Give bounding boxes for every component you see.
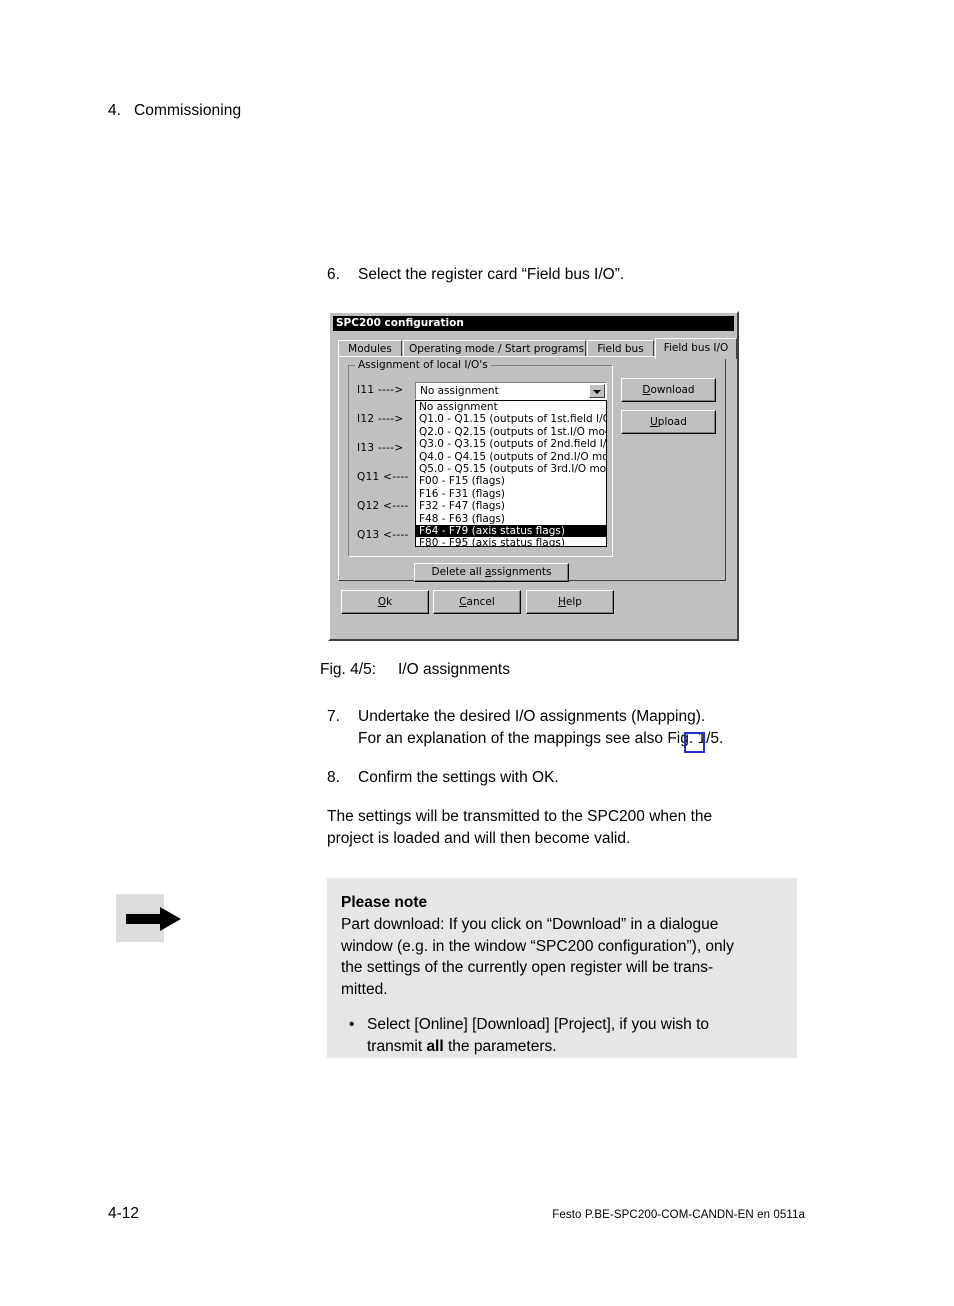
step-6-text: Select the register card “Field bus I/O”… [358,266,625,283]
document-page: 4. Commissioning 6. Select the register c… [0,0,954,1306]
upload-accel: U [650,416,658,428]
figure-caption-text: I/O assignments [398,661,510,678]
note-bullet-line2-post: the parameters. [443,1037,557,1055]
tab-field-bus-label: Field bus [597,343,644,355]
footer-reference: Festo P.BE-SPC200-COM-CANDN-EN en 0511a [552,1209,805,1221]
settings-paragraph: The settings will be transmitted to the … [327,806,807,850]
tab-operating-mode-label: Operating mode / Start programs [409,343,585,355]
help-post: elp [565,596,582,608]
settings-paragraph-line2: project is loaded and will then become v… [327,830,631,847]
tab-operating-mode-start-programs[interactable]: Operating mode / Start programs [403,340,586,357]
ok-post: k [386,596,393,608]
assignment-dropdown-list[interactable]: No assignment Q1.0 - Q1.15 (outputs of 1… [415,400,607,547]
upload-button[interactable]: Upload [621,410,716,434]
step-7-line1: Undertake the desired I/O assignments (M… [358,708,706,725]
upload-post: pload [657,416,687,428]
step-8-text: Confirm the settings with OK. [358,769,559,786]
chapter-title: Commissioning [134,102,242,119]
dropdown-option[interactable]: F32 - F47 (flags) [416,500,606,512]
dropdown-option-selected[interactable]: F64 - F79 (axis status flags) [416,524,606,538]
download-post: ownload [650,384,695,396]
delete-all-post: ssignments [491,566,552,578]
note-bullet-line1: Select [Online] [Download] [Project], if… [367,1016,710,1033]
tab-field-bus-io-label: Field bus I/O [663,342,729,354]
please-note-box: Please note Part download: If you click … [327,878,797,1058]
delete-all-pre: Delete all [431,566,485,578]
step-8: 8. Confirm the settings with OK. [327,767,807,789]
tab-field-bus[interactable]: Field bus [587,340,654,357]
chapter-header: 4. Commissioning [108,102,241,120]
ok-button[interactable]: Ok [341,590,429,614]
note-body: Part download: If you click on “Download… [341,914,779,1000]
note-bullet-line2-pre: transmit [367,1037,427,1055]
cancel-button[interactable]: Cancel [433,590,521,614]
assignment-combobox[interactable]: No assignment [415,382,607,400]
dropdown-option[interactable]: F16 - F31 (flags) [416,488,606,500]
cancel-post: ancel [466,596,495,608]
settings-paragraph-line1: The settings will be transmitted to the … [327,808,713,825]
dropdown-option[interactable]: F48 - F63 (flags) [416,513,606,525]
dropdown-option[interactable]: F80 - F95 (axis status flags) [416,537,606,546]
chapter-number: 4. [108,102,122,119]
io-label-q11: Q11 <---- [357,471,409,483]
dropdown-option[interactable]: Q4.0 - Q4.15 (outputs of 2nd.I/O module) [416,451,606,463]
io-label-i12: I12 ----> [357,413,404,425]
step-7: 7. Undertake the desired I/O assignments… [327,706,807,750]
note-line-1: Part download: If you click on “Download… [341,916,719,933]
download-button[interactable]: Download [621,378,716,402]
ok-accel: O [377,596,387,608]
delete-all-assignments-button[interactable]: Delete all assignments [414,563,569,582]
note-line-4: mitted. [341,980,388,998]
figure-caption: Fig. 4/5: I/O assignments [320,661,510,679]
annotation-highlight-box [684,732,705,753]
assignment-combobox-value: No assignment [420,385,499,397]
dialog-titlebar: SPC200 configuration [333,316,734,331]
help-button[interactable]: Help [526,590,614,614]
dialog-title: SPC200 configuration [336,317,464,329]
step-6: 6. Select the register card “Field bus I… [327,264,807,286]
assignment-groupbox-legend: Assignment of local I/O's [355,359,491,371]
tab-modules-label: Modules [348,343,392,355]
figure-caption-label: Fig. 4/5: [320,661,376,678]
dropdown-option[interactable]: No assignment [416,401,606,413]
cancel-accel: C [459,596,467,608]
dropdown-option[interactable]: Q5.0 - Q5.15 (outputs of 3rd.I/O module) [416,463,606,475]
note-bullet-emphasis: all [426,1037,444,1055]
arrow-right-icon [116,894,181,942]
note-line-2: window (e.g. in the window “SPC200 confi… [341,937,734,955]
tab-field-bus-io[interactable]: Field bus I/O [655,338,737,359]
step-7-line2: For an explanation of the mappings see a… [358,730,724,747]
dropdown-option[interactable]: Q1.0 - Q1.15 (outputs of 1st.field I/O) [416,413,606,425]
dropdown-option[interactable]: Q3.0 - Q3.15 (outputs of 2nd.field I/O) [416,438,606,450]
io-label-q12: Q12 <---- [357,500,409,512]
note-bullet-item: • Select [Online] [Download] [Project], … [341,1014,779,1057]
tab-modules[interactable]: Modules [338,340,402,357]
note-title: Please note [341,894,428,911]
step-7-marker: 7. [327,708,340,725]
help-accel: H [558,596,566,608]
step-8-marker: 8. [327,769,340,786]
footer-page-number: 4-12 [108,1205,140,1222]
note-line-3: the settings of the currently open regis… [341,959,714,976]
spc200-configuration-dialog[interactable]: SPC200 configuration Modules Operating m… [328,311,739,641]
assignment-groupbox: Assignment of local I/O's I11 ----> I12 … [348,359,613,557]
dropdown-option[interactable]: F00 - F15 (flags) [416,475,606,487]
io-label-i13: I13 ----> [357,442,404,454]
io-label-i11: I11 ----> [357,384,404,396]
dropdown-option[interactable]: Q2.0 - Q2.15 (outputs of 1st.I/O module) [416,426,606,438]
bullet-dot: • [349,1016,355,1033]
io-label-q13: Q13 <---- [357,529,409,541]
tab-strip: Modules Operating mode / Start programs … [338,338,737,359]
chevron-down-icon[interactable] [589,384,605,398]
step-6-marker: 6. [327,266,340,283]
